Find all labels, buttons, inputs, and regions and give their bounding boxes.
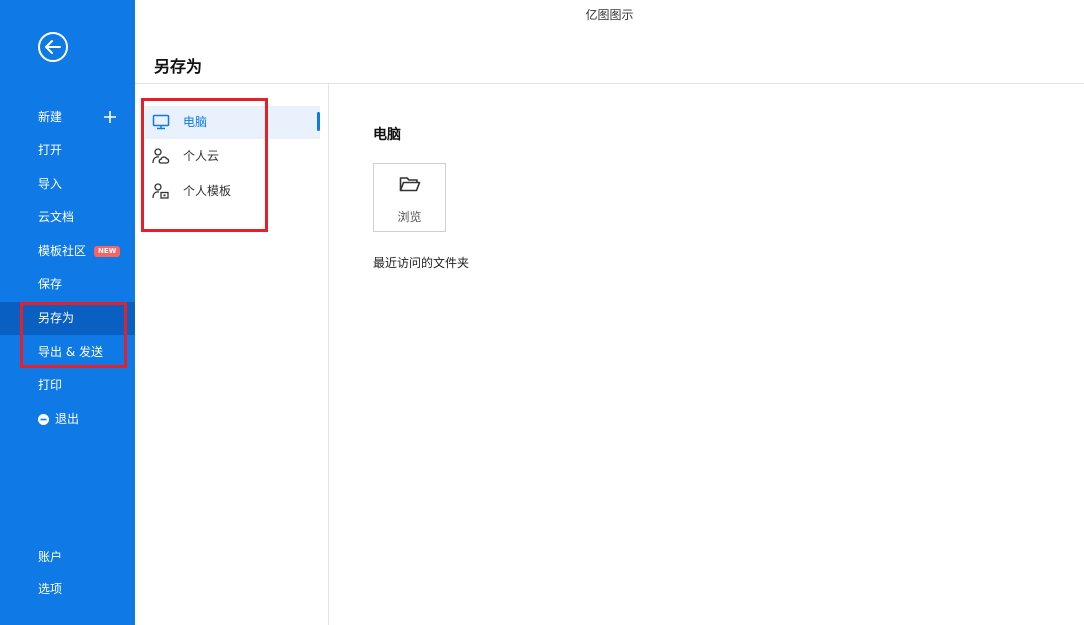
app-title: 亿图图示 — [585, 8, 634, 22]
divider — [328, 84, 329, 625]
recent-folders-title: 最近访问的文件夹 — [373, 256, 470, 270]
sidebar-item-label: 导入 — [38, 177, 63, 191]
sidebar-item-label: 保存 — [38, 277, 63, 291]
highlight-box — [141, 98, 268, 232]
sidebar-item-label: 打印 — [38, 378, 63, 392]
sidebar-item-save[interactable]: 保存 — [0, 268, 135, 301]
sidebar-item-import[interactable]: 导入 — [0, 168, 135, 201]
sidebar-item-label: 选项 — [38, 582, 63, 596]
sidebar-item-label: 模板社区 — [38, 244, 87, 258]
sidebar-item-template-community[interactable]: 模板社区 NEW — [0, 235, 135, 268]
sidebar-item-options[interactable]: 选项 — [0, 573, 135, 606]
page-title: 另存为 — [154, 57, 203, 76]
sidebar-item-label: 账户 — [38, 550, 63, 564]
active-indicator — [317, 112, 320, 131]
browse-label: 浏览 — [397, 210, 422, 224]
sidebar-item-label: 云文档 — [38, 210, 75, 224]
sidebar-item-new[interactable]: 新建 — [0, 101, 135, 134]
sidebar-item-label: 退出 — [55, 412, 80, 426]
sidebar-item-label: 新建 — [38, 110, 63, 124]
sidebar-item-label: 打开 — [38, 143, 63, 157]
sidebar-item-exit[interactable]: 退出 — [0, 403, 135, 436]
plus-icon[interactable] — [103, 110, 117, 124]
sidebar-item-cloud-docs[interactable]: 云文档 — [0, 201, 135, 234]
highlight-box — [20, 302, 127, 368]
back-arrow-icon[interactable] — [37, 31, 69, 63]
exit-icon — [38, 414, 49, 425]
divider — [135, 83, 1084, 84]
sidebar-item-account[interactable]: 账户 — [0, 541, 135, 574]
sidebar-item-open[interactable]: 打开 — [0, 134, 135, 167]
new-badge: NEW — [94, 246, 121, 257]
folder-open-icon — [399, 177, 421, 192]
sidebar-item-print[interactable]: 打印 — [0, 369, 135, 402]
section-title: 电脑 — [373, 127, 401, 143]
browse-button[interactable]: 浏览 — [373, 163, 446, 232]
